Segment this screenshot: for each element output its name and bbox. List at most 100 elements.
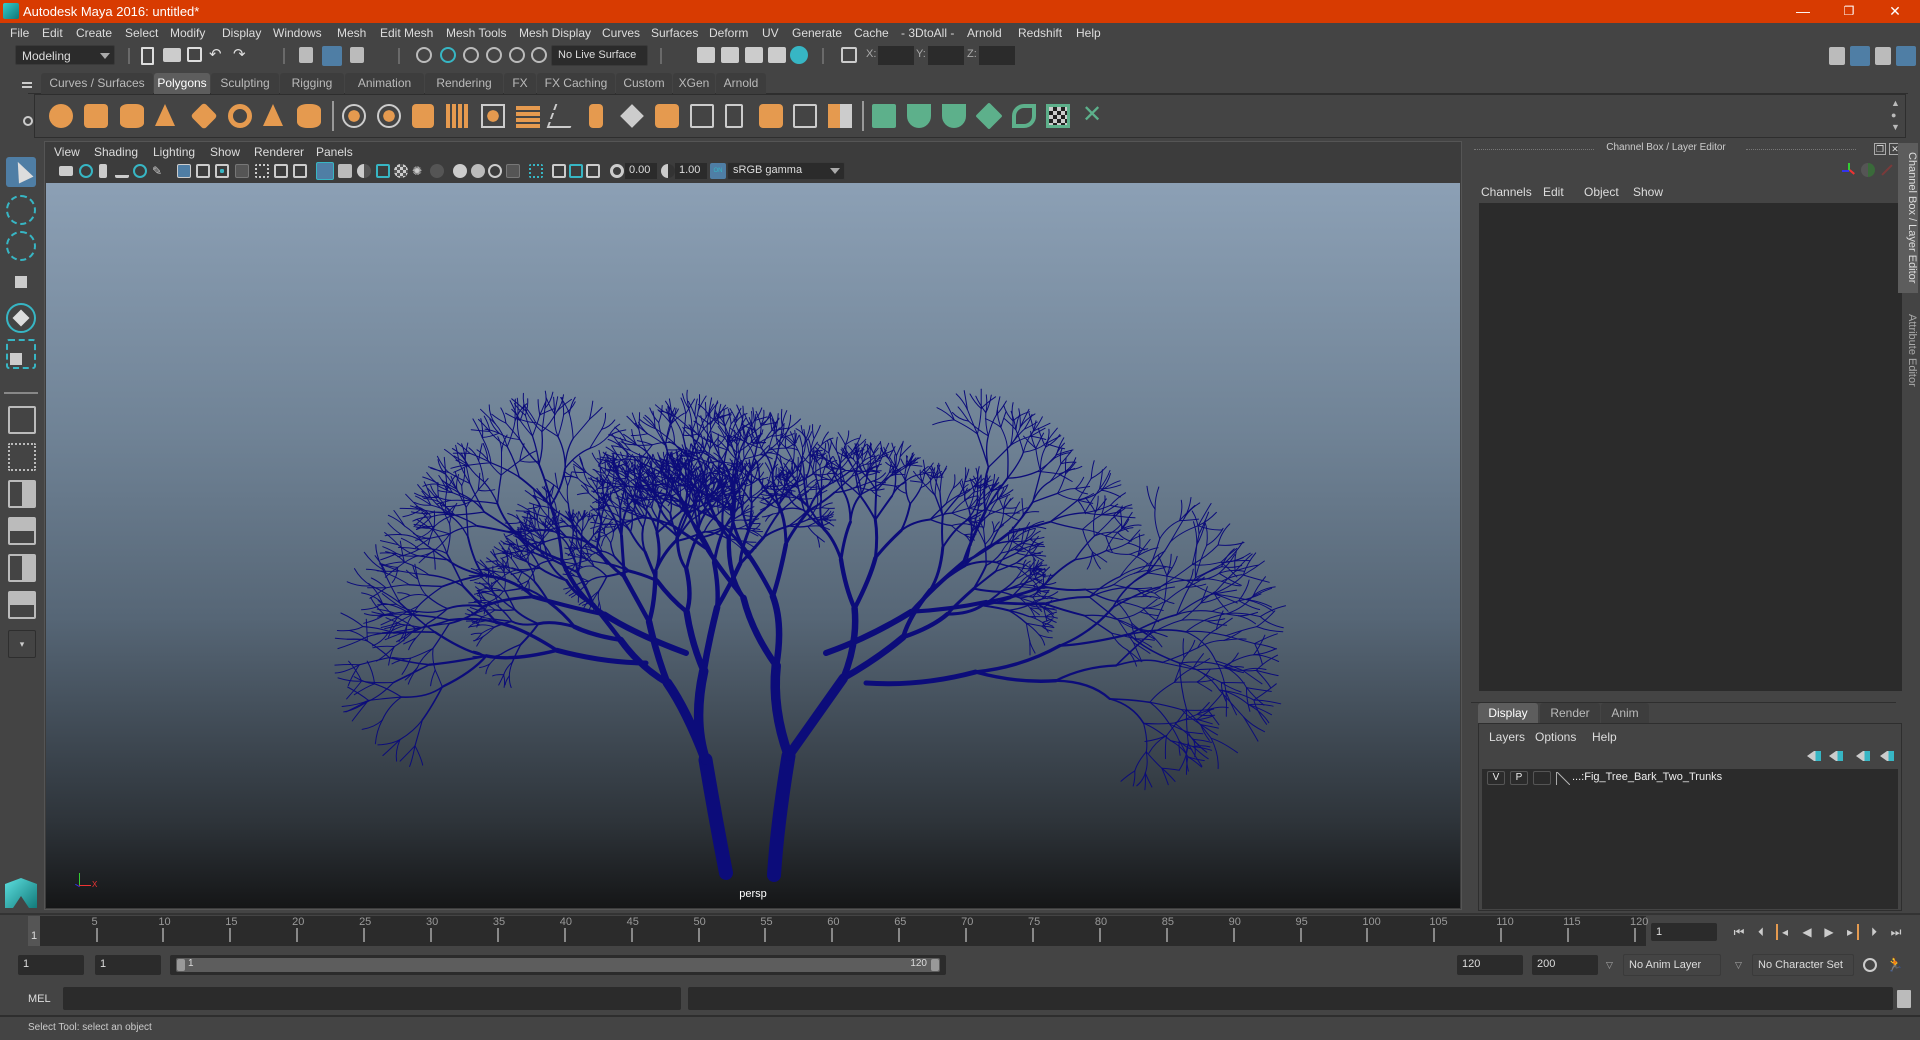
ipr-render-icon[interactable] — [745, 47, 763, 63]
menu-help[interactable]: Help — [1076, 26, 1101, 40]
playback-start-field[interactable]: 1 — [95, 955, 161, 975]
range-slider-bar[interactable]: 1 120 — [176, 958, 940, 972]
channel-box-toggle-icon[interactable] — [1896, 46, 1916, 66]
color-management-toggle[interactable]: ON — [710, 163, 726, 179]
render-settings-icon[interactable] — [768, 47, 786, 63]
z-coordinate-field[interactable] — [979, 46, 1015, 65]
layer-options-menu[interactable]: Options — [1535, 730, 1576, 744]
select-tool-button[interactable] — [6, 157, 36, 187]
perspective-viewport[interactable]: X persp — [46, 183, 1460, 908]
redo-icon[interactable]: ↷ — [233, 47, 251, 65]
play-forward-button[interactable]: ▶ — [1821, 924, 1837, 940]
go-to-end-button[interactable]: ⏭ — [1888, 924, 1904, 940]
cylindrical-uv-icon[interactable] — [907, 104, 931, 128]
anim-layer-dropdown[interactable]: No Anim Layer — [1623, 954, 1721, 976]
make-live-icon[interactable] — [690, 104, 714, 128]
menu-3dtoall[interactable]: - 3DtoAll - — [901, 26, 954, 40]
layer-tab-render[interactable]: Render — [1540, 703, 1600, 723]
automatic-uv-icon[interactable] — [975, 102, 1003, 130]
screen-space-ao-icon[interactable] — [453, 164, 467, 178]
channels-menu[interactable]: Channels — [1481, 185, 1532, 199]
menu-mesh[interactable]: Mesh — [337, 26, 366, 40]
xray-active-components-icon[interactable] — [569, 164, 583, 178]
safe-action-icon[interactable] — [274, 164, 288, 178]
character-set-dropdown-arrow[interactable]: ▽ — [1735, 960, 1742, 971]
layer-display-type-toggle[interactable] — [1533, 771, 1551, 785]
snap-to-view-plane-icon[interactable] — [486, 47, 502, 63]
rotate-tool-button[interactable] — [6, 303, 36, 333]
outliner-persp-layout-button[interactable] — [8, 480, 36, 508]
wireframe-toggle-icon[interactable] — [316, 162, 334, 180]
render-view-icon[interactable] — [697, 47, 715, 63]
motion-blur-icon[interactable] — [471, 164, 485, 178]
character-set-dropdown[interactable]: No Character Set — [1752, 954, 1854, 976]
play-backward-button[interactable]: ◀ — [1799, 924, 1815, 940]
lasso-tool-button[interactable] — [6, 195, 36, 225]
auto-key-icon[interactable] — [1863, 958, 1877, 972]
manipulator-axes-icon[interactable] — [1842, 163, 1856, 177]
separate-icon[interactable] — [377, 104, 401, 128]
step-forward-key-button[interactable]: ⏵ — [1866, 924, 1882, 940]
menu-surfaces[interactable]: Surfaces — [651, 26, 698, 40]
layer-row[interactable]: V P ...:Fig_Tree_Bark_Two_Trunks — [1482, 769, 1898, 787]
side-tab-channel-box[interactable]: Channel Box / Layer Editor — [1898, 143, 1918, 293]
menu-modify[interactable]: Modify — [170, 26, 205, 40]
panel-menu-lighting[interactable]: Lighting — [153, 145, 195, 159]
step-back-key-button[interactable]: ⏴ — [1753, 924, 1769, 940]
append-polygon-icon[interactable] — [546, 104, 580, 128]
menu-file[interactable]: File — [10, 26, 29, 40]
gate-mask-icon[interactable] — [235, 164, 249, 178]
command-language-label[interactable]: MEL — [28, 993, 51, 1005]
menu-generate[interactable]: Generate — [792, 26, 842, 40]
extract-icon[interactable] — [446, 104, 470, 128]
create-layer-from-selected-icon[interactable] — [1880, 751, 1894, 761]
bookmark-icon[interactable] — [99, 164, 107, 178]
move-tool-button[interactable] — [6, 267, 36, 297]
persp-outliner-graph-layout-button[interactable] — [8, 591, 36, 619]
channel-edit-menu[interactable]: Edit — [1543, 185, 1564, 199]
layer-visibility-toggle[interactable]: V — [1487, 771, 1505, 785]
film-gate-icon[interactable] — [196, 164, 210, 178]
command-line-input[interactable] — [63, 987, 681, 1010]
edge-loop-icon[interactable] — [725, 104, 743, 128]
attribute-editor-toggle-icon[interactable] — [1850, 46, 1870, 66]
layer-help-menu[interactable]: Help — [1592, 730, 1617, 744]
depth-of-field-icon[interactable] — [506, 164, 520, 178]
undo-icon[interactable]: ↶ — [209, 47, 227, 65]
open-scene-icon[interactable] — [163, 48, 181, 62]
exposure-field[interactable]: 0.00 — [625, 163, 657, 179]
gamma-field[interactable]: 1.00 — [675, 163, 707, 179]
time-slider[interactable]: 1 5 10 15 20 25 30 35 40 45 50 55 60 65 70 75 80 85 90 95 1… — [28, 916, 1648, 946]
live-surface-field[interactable]: No Live Surface — [551, 45, 648, 66]
tab-rigging[interactable]: Rigging — [280, 73, 344, 94]
persp-graph-layout-button[interactable] — [8, 517, 36, 545]
poly-pipe-icon[interactable] — [297, 104, 321, 128]
four-view-layout-button[interactable] — [8, 443, 36, 471]
menu-select[interactable]: Select — [125, 26, 158, 40]
menu-deform[interactable]: Deform — [709, 26, 748, 40]
poly-cylinder-icon[interactable] — [120, 104, 144, 128]
shelf-settings-gear-icon[interactable] — [23, 116, 33, 126]
spherical-uv-icon[interactable] — [942, 104, 966, 128]
tab-animation[interactable]: Animation — [345, 73, 424, 94]
single-perspective-layout-button[interactable] — [8, 406, 36, 434]
scale-tool-button[interactable] — [6, 339, 36, 369]
poly-sphere-icon[interactable] — [49, 104, 73, 128]
step-back-frame-button[interactable]: ◂ — [1776, 924, 1792, 940]
select-by-object-icon[interactable] — [322, 46, 342, 66]
channel-list[interactable] — [1479, 203, 1902, 691]
menu-set-selector[interactable]: Modeling — [15, 45, 115, 65]
combine-icon[interactable] — [342, 104, 366, 128]
menu-uv[interactable]: UV — [762, 26, 779, 40]
tab-rendering[interactable]: Rendering — [425, 73, 503, 94]
layers-menu[interactable]: Layers — [1489, 730, 1525, 744]
unfold-uv-icon[interactable] — [1012, 104, 1036, 128]
poly-pyramid-icon[interactable] — [263, 104, 283, 126]
select-by-component-icon[interactable] — [350, 47, 364, 63]
menu-display[interactable]: Display — [222, 26, 261, 40]
shelf-scroll[interactable]: ▲ ● ▼ — [1891, 97, 1901, 133]
grid-toggle-icon[interactable] — [177, 164, 191, 178]
use-all-lights-icon[interactable]: ✺ — [412, 164, 426, 178]
render-current-frame-icon[interactable] — [721, 47, 739, 63]
wireframe-on-shaded-icon[interactable] — [376, 164, 390, 178]
